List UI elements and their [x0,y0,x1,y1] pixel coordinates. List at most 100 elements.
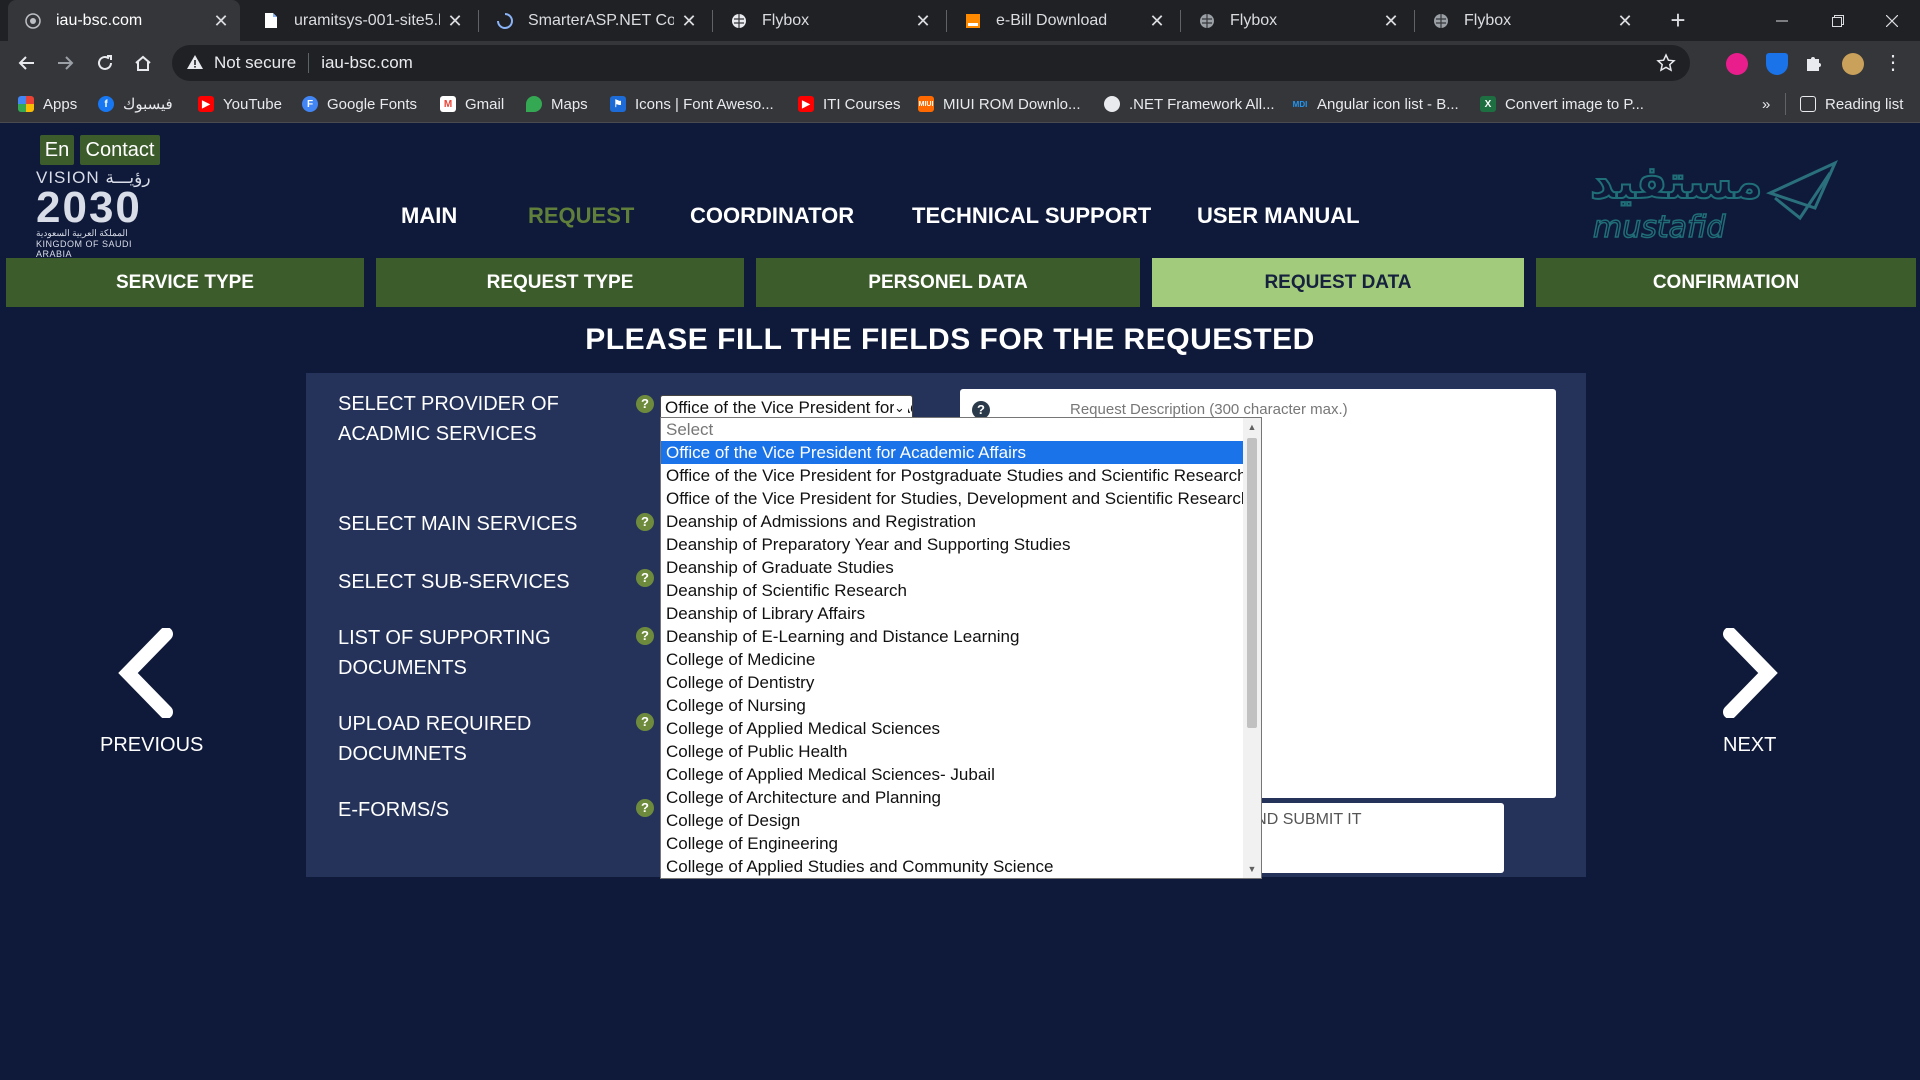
scroll-up-arrow-icon[interactable]: ▲ [1246,421,1258,433]
bookmark-youtube[interactable]: ▶ YouTube [198,85,282,123]
dropdown-scrollbar[interactable]: ▲ ▼ [1243,418,1261,878]
dropdown-option[interactable]: Office of the Vice President for Academi… [661,441,1243,464]
tab-flybox-3[interactable]: Flybox ✕ [1416,0,1644,41]
logo-year: 2030 [36,183,142,232]
reload-icon[interactable] [90,48,120,78]
close-tab-icon[interactable]: ✕ [212,12,230,30]
tab-ebill[interactable]: e-Bill Download ✕ [948,0,1176,41]
bookmark-star-icon[interactable] [1656,53,1676,73]
dropdown-option[interactable]: College of Architecture and Planning [661,786,1243,809]
bookmark-miui[interactable]: MIUI MIUI ROM Downlo... [918,85,1081,123]
kebab-menu-icon[interactable]: ⋮ [1882,53,1904,75]
reading-list-button[interactable]: Reading list [1800,85,1903,123]
step-confirmation[interactable]: CONFIRMATION [1536,258,1916,307]
new-tab-button[interactable]: + [1664,6,1692,34]
help-icon[interactable]: ? [636,395,654,413]
shield-extension-icon[interactable] [1766,53,1788,75]
home-icon[interactable] [128,48,158,78]
close-tab-icon[interactable]: ✕ [680,12,698,30]
tab-iau-bsc[interactable]: iau-bsc.com ✕ [8,0,240,41]
tab-separator [1414,10,1415,32]
bookmarks-overflow-button[interactable]: » [1762,85,1770,123]
step-request-data[interactable]: REQUEST DATA [1152,258,1524,307]
tab-separator [712,10,713,32]
bookmark-angular-icons[interactable]: MDI Angular icon list - B... [1292,85,1459,123]
tab-title: Flybox [762,11,810,29]
step-request-type[interactable]: REQUEST TYPE [376,258,744,307]
bookmark-net-framework[interactable]: .NET Framework All... [1104,85,1275,123]
help-icon[interactable]: ? [636,627,654,645]
minimize-button[interactable] [1754,0,1810,41]
dropdown-option[interactable]: Deanship of Scientific Research [661,579,1243,602]
label-provider: SELECT PROVIDER OF ACADMIC SERVICES [338,393,559,445]
tab-uramitsys[interactable]: uramitsys-001-site5.hte ✕ [246,0,474,41]
nav-user-manual[interactable]: USER MANUAL [1197,203,1360,229]
address-bar[interactable]: Not secure iau-bsc.com [172,45,1690,81]
step-service-type[interactable]: SERVICE TYPE [6,258,364,307]
browser-toolbar: Not secure iau-bsc.com ⋮ [0,41,1920,85]
help-icon[interactable]: ? [636,799,654,817]
close-tab-icon[interactable]: ✕ [446,12,464,30]
bookmark-apps[interactable]: Apps [18,85,77,123]
dropdown-option[interactable]: Office of the Vice President for Postgra… [661,464,1247,487]
close-tab-icon[interactable]: ✕ [914,12,932,30]
tab-smarterasp[interactable]: SmarterASP.NET Control ✕ [480,0,708,41]
bookmark-label: ITI Courses [823,95,901,113]
forward-arrow-icon[interactable] [50,48,80,78]
profile-avatar[interactable] [1842,53,1864,75]
dropdown-option[interactable]: College of Public Health [661,740,1243,763]
dropdown-option[interactable]: Office of the Vice President for Studies… [661,487,1250,510]
contact-button[interactable]: Contact [80,135,160,165]
dropdown-option[interactable]: College of Engineering [661,832,1243,855]
bookmark-facebook[interactable]: f فيسبوك [98,85,173,123]
dropdown-option[interactable]: College of Design [661,809,1243,832]
dropdown-option[interactable]: Deanship of Preparatory Year and Support… [661,533,1243,556]
dropdown-option[interactable]: College of Applied Medical Sciences- Jub… [661,763,1243,786]
close-tab-icon[interactable]: ✕ [1382,12,1400,30]
nav-coordinator[interactable]: COORDINATOR [690,203,854,229]
dropdown-option[interactable]: Deanship of E-Learning and Distance Lear… [661,625,1243,648]
provider-dropdown-list[interactable]: Select Office of the Vice President for A… [660,417,1262,879]
close-window-button[interactable] [1864,0,1920,41]
dropdown-placeholder-option[interactable]: Select [661,418,1243,441]
nav-request[interactable]: REQUEST [528,203,634,229]
bookmark-label: Google Fonts [327,95,418,113]
language-button[interactable]: En [40,135,74,165]
youtube-icon: ▶ [198,96,214,112]
nav-main[interactable]: MAIN [401,203,457,229]
bookmark-google-fonts[interactable]: F Google Fonts [302,85,417,123]
close-tab-icon[interactable]: ✕ [1616,12,1634,30]
puzzle-extensions-icon[interactable] [1804,53,1826,75]
dropdown-option[interactable]: Deanship of Admissions and Registration [661,510,1243,533]
back-arrow-icon[interactable] [12,48,42,78]
bookmark-maps[interactable]: Maps [526,85,588,123]
help-icon[interactable]: ? [636,569,654,587]
dropdown-option[interactable]: College of Dentistry [661,671,1243,694]
restore-button[interactable] [1810,0,1866,41]
help-icon[interactable]: ? [636,513,654,531]
tab-flybox-2[interactable]: Flybox ✕ [1182,0,1410,41]
bookmark-font-awesome[interactable]: ⚑ Icons | Font Aweso... [610,85,774,123]
dropdown-option[interactable]: College of Medicine [661,648,1243,671]
dropdown-option[interactable]: College of Applied Medical Sciences [661,717,1243,740]
bookmark-convert-image[interactable]: X Convert image to P... [1480,85,1644,123]
dropdown-option[interactable]: Deanship of Library Affairs [661,602,1243,625]
screen-recorder-extension-icon[interactable] [1726,53,1748,75]
scrollbar-thumb[interactable] [1247,438,1257,728]
dropdown-option[interactable]: College of Nursing [661,694,1243,717]
step-personel-data[interactable]: PERSONEL DATA [756,258,1140,307]
warning-triangle-icon[interactable] [186,54,204,72]
tab-flybox-1[interactable]: Flybox ✕ [714,0,942,41]
dropdown-option[interactable]: Deanship of Graduate Studies [661,556,1243,579]
dropdown-option[interactable]: College of Applied Studies and Community… [661,855,1243,878]
nav-technical-support[interactable]: TECHNICAL SUPPORT [912,203,1151,229]
bookmark-iti-courses[interactable]: ▶ ITI Courses [798,85,901,123]
scroll-down-arrow-icon[interactable]: ▼ [1246,863,1258,875]
logo-line: KINGDOM OF SAUDI ARABIA [36,239,133,259]
tab-title: SmarterASP.NET Control [528,11,674,29]
next-button[interactable]: NEXT [1720,628,1780,768]
bookmark-gmail[interactable]: M Gmail [440,85,504,123]
previous-button[interactable]: PREVIOUS [100,628,203,768]
close-tab-icon[interactable]: ✕ [1148,12,1166,30]
help-icon[interactable]: ? [636,713,654,731]
